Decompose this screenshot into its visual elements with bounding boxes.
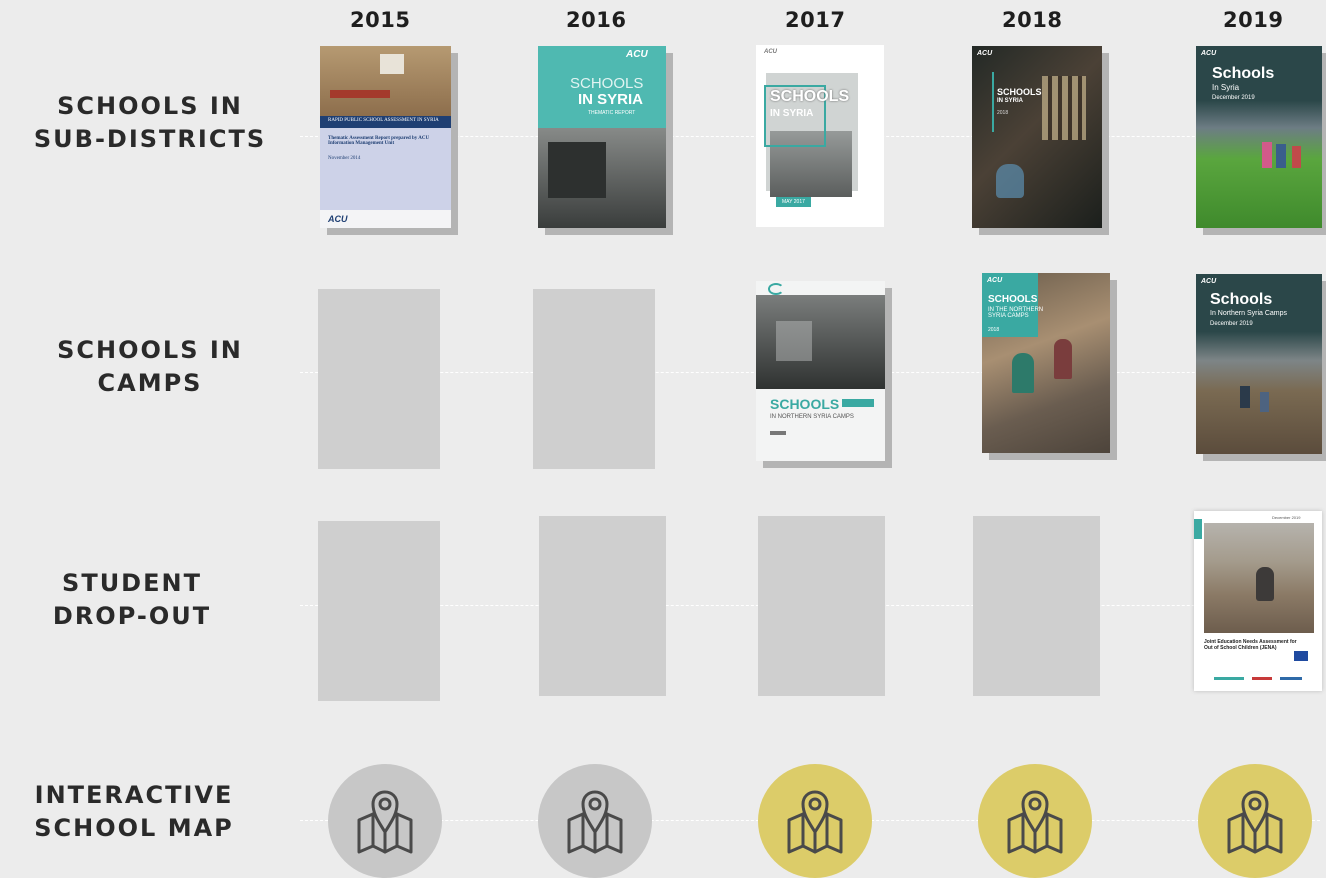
row-label-camps: SCHOOLS IN CAMPS [57,336,243,397]
map-pin-icon [787,790,843,854]
placeholder-camps-2016 [533,289,655,469]
map-marker-2019[interactable] [1198,764,1312,878]
cover-date: December 2019 [1272,515,1301,520]
year-2017: 2017 [785,8,846,32]
cover-title: Joint Education Needs Assessment for Out… [1204,639,1297,652]
cover-title-line1: SCHOOLS [570,75,644,92]
placeholder-camps-2015 [318,289,440,469]
year-2019: 2019 [1223,8,1284,32]
report-cover-camps-2017[interactable]: SCHOOLS IN NORTHERN SYRIA CAMPS [756,281,885,461]
map-marker-2018[interactable] [978,764,1092,878]
cover-logo: ACU [328,214,348,224]
cover-title-line2: IN SYRIA [770,108,814,119]
cover-title-line2: In Syria [1212,83,1240,92]
cover-title-line1: SCHOOLS [770,396,840,412]
row-label-dropout: STUDENT DROP-OUT [52,569,212,630]
placeholder-dropout-2018 [973,516,1100,696]
placeholder-dropout-2016 [539,516,666,696]
placeholder-dropout-2015 [318,521,440,701]
cover-title-line2: IN SYRIA [997,98,1024,104]
cover-logo: ACU [977,50,993,57]
cover-logo: ACU [1201,278,1217,285]
cover-date: 2018 [997,110,1009,116]
cover-logo: ACU [626,49,648,60]
cover-logo: ACU [764,49,777,55]
cover-title-line2: IN NORTHERN SYRIA CAMPS [770,414,854,420]
cover-subtitle: Thematic Assessment Report prepared by A… [328,136,430,146]
report-cover-camps-2018[interactable]: ACU SCHOOLS IN THE NORTHERN SYRIA CAMPS … [982,273,1110,453]
cover-title-line2: IN THE NORTHERN SYRIA CAMPS [988,307,1044,320]
report-cover-sub-districts-2016[interactable]: ACU SCHOOLS IN SYRIA THEMATIC REPORT [538,46,666,228]
cover-date: December 2019 [1210,321,1253,327]
row-label-sub-districts: SCHOOLS IN SUB-DISTRICTS [33,92,267,153]
report-cover-sub-districts-2015[interactable]: RAPID PUBLIC SCHOOL ASSESSMENT IN SYRIA … [320,46,451,228]
map-pin-icon [357,790,413,854]
cover-logo: ACU [1201,50,1217,57]
map-pin-icon [1227,790,1283,854]
placeholder-dropout-2017 [758,516,885,696]
cover-headline: RAPID PUBLIC SCHOOL ASSESSMENT IN SYRIA [328,118,439,123]
map-marker-2016[interactable] [538,764,652,878]
cover-title-line1: SCHOOLS [988,294,1038,305]
cover-title-line2: IN SYRIA [578,91,644,108]
row-label-map: INTERACTIVE SCHOOL MAP [34,781,234,842]
year-2018: 2018 [1002,8,1063,32]
cover-title-line1: SCHOOLS [770,88,850,105]
year-2015: 2015 [350,8,411,32]
map-marker-2015[interactable] [328,764,442,878]
map-pin-icon [1007,790,1063,854]
cover-date: November 2014 [328,156,361,161]
cover-date: 2018 [988,327,1000,333]
cover-tag: THEMATIC REPORT [588,110,636,116]
report-cover-camps-2019[interactable]: ACU Schools In Northern Syria Camps Dece… [1196,274,1322,454]
cover-date: December 2019 [1212,95,1255,101]
report-cover-sub-districts-2019[interactable]: ACU Schools In Syria December 2019 [1196,46,1322,228]
report-cover-dropout-2019[interactable]: December 2019 Joint Education Needs Asse… [1194,511,1322,691]
year-2016: 2016 [566,8,627,32]
map-marker-2017[interactable] [758,764,872,878]
cover-logo: ACU [987,277,1003,284]
cover-title-line2: In Northern Syria Camps [1210,310,1288,317]
cover-title-line1: Schools [1212,65,1275,82]
report-cover-sub-districts-2018[interactable]: ACU SCHOOLS IN SYRIA 2018 [972,46,1102,228]
cover-title-line1: Schools [1210,291,1273,308]
report-cover-sub-districts-2017[interactable]: ACU SCHOOLS IN SYRIA MAY 2017 [756,45,884,227]
map-pin-icon [567,790,623,854]
cover-title-line1: SCHOOLS [997,87,1042,97]
cover-tag: MAY 2017 [776,197,811,207]
